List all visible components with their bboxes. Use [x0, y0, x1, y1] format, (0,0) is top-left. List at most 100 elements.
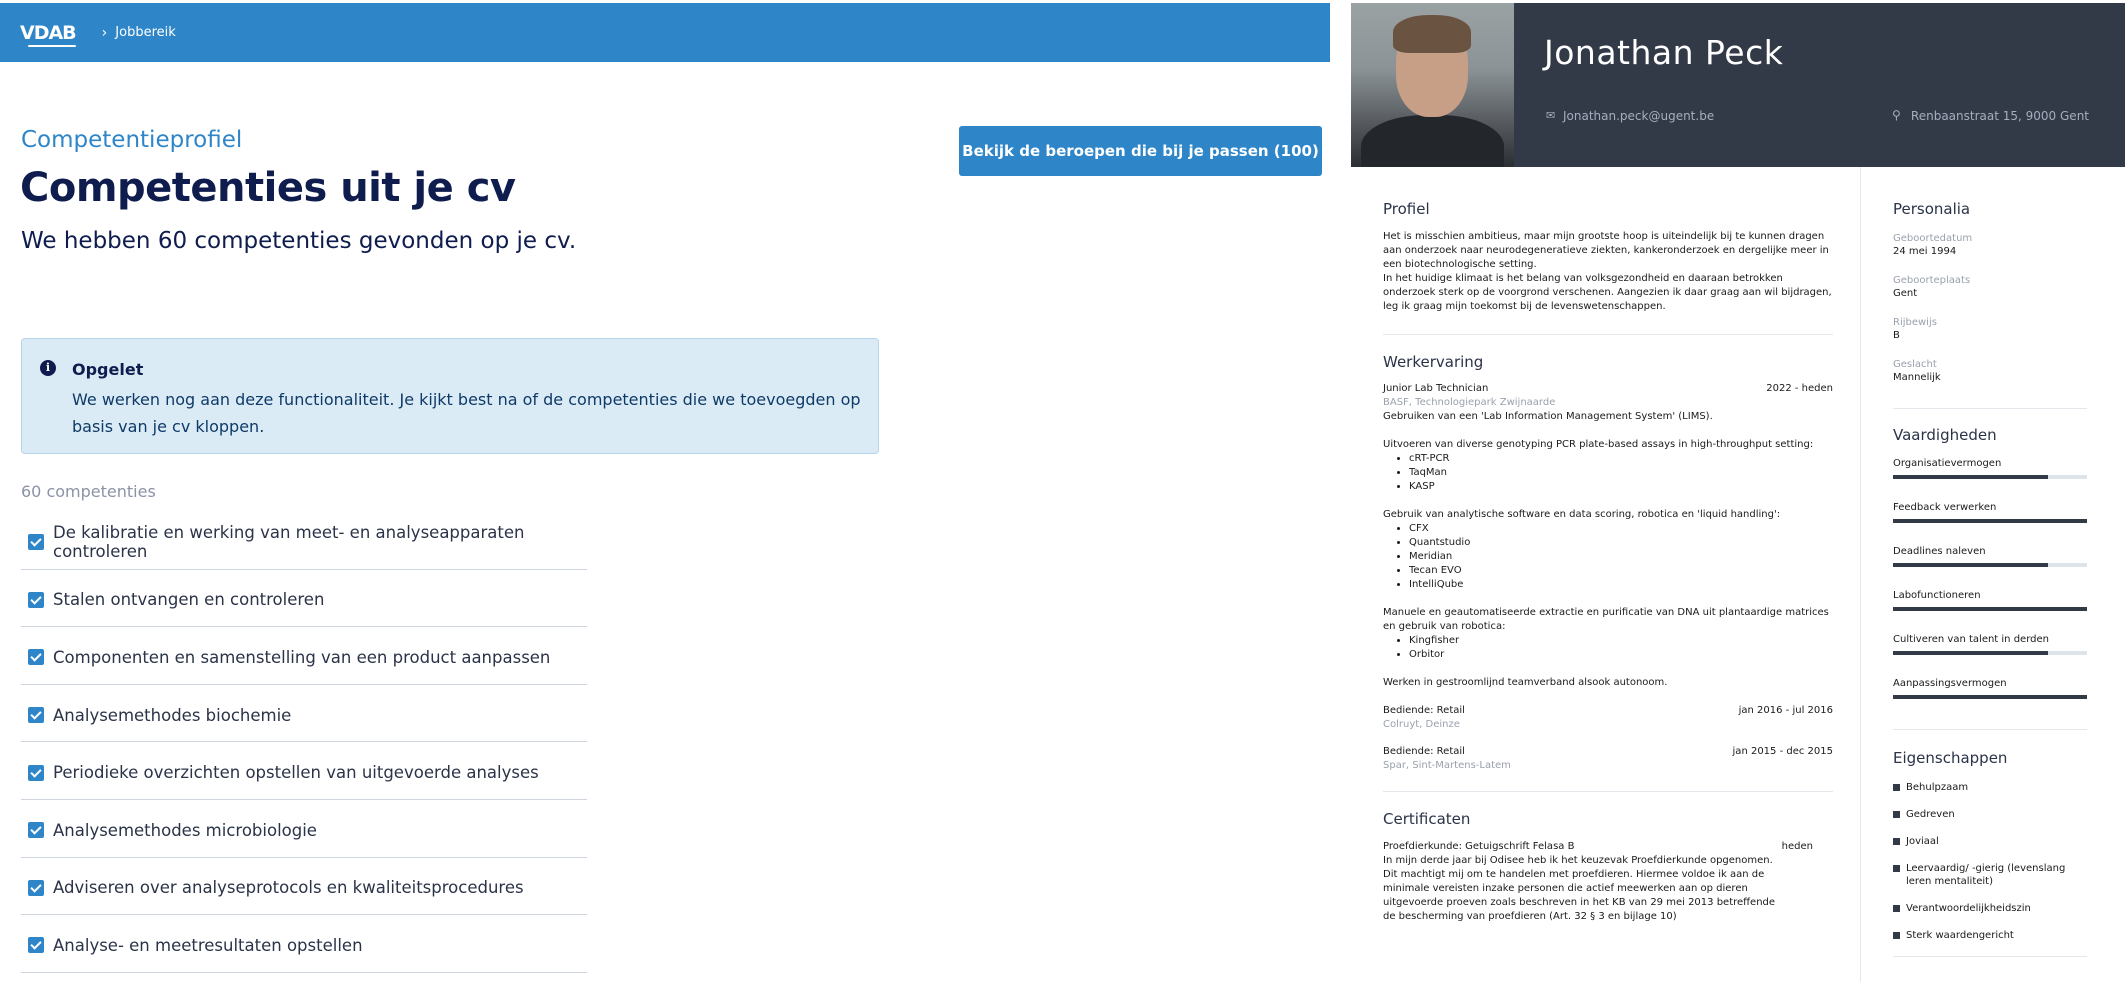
checkbox-checked-icon[interactable] — [28, 764, 44, 781]
skill-name: Deadlines naleven — [1893, 546, 1986, 557]
checkbox-checked-icon[interactable] — [28, 707, 44, 724]
competency-label: Analysemethodes microbiologie — [53, 820, 317, 840]
skill-level-fill — [1893, 475, 2049, 479]
breadcrumb-jobbereik[interactable]: Jobbereik — [115, 25, 176, 40]
skills-heading: Vaardigheden — [1893, 426, 1997, 444]
job-org: Colruyt, Deinze — [1383, 719, 1460, 730]
trait-item: Behulpzaam — [1893, 781, 2092, 794]
cv-email[interactable]: Jonathan.peck@ugent.be — [1563, 109, 1714, 123]
job-org: BASF, Technologiepark Zwijnaarde — [1383, 397, 1556, 408]
panel-divider — [1330, 0, 1351, 982]
job-header: Bediende: Retail jan 2016 - jul 2016 — [1383, 704, 1833, 718]
competency-item[interactable]: Analysemethodes biochemie — [21, 685, 587, 743]
skills-list: Organisatievermogen Feedback verwerken Dea… — [1893, 457, 2092, 699]
skill-item: Feedback verwerken — [1893, 501, 2092, 523]
page-title: Competenties uit je cv — [20, 165, 516, 211]
skill-level-bar — [1893, 563, 2087, 567]
info-icon: i — [40, 360, 56, 376]
list-item: TaqMan — [1409, 466, 1833, 480]
cv-name: Jonathan Peck — [1544, 33, 1784, 72]
list-item: Orbitor — [1409, 648, 1833, 662]
job-title: Bediende: Retail — [1383, 705, 1465, 716]
license-value: B — [1893, 330, 1900, 341]
checkbox-checked-icon[interactable] — [28, 649, 44, 666]
skill-item: Organisatievermogen — [1893, 457, 2092, 479]
list-item: cRT-PCR — [1409, 452, 1833, 466]
skill-name: Labofunctioneren — [1893, 590, 1981, 601]
profile-heading: Profiel — [1383, 200, 1430, 218]
job-text: Gebruik van analytische software en data… — [1383, 509, 1781, 520]
page-lead: We hebben 60 competenties gevonden op je… — [21, 228, 577, 254]
competency-list: De kalibratie en werking van meet- en an… — [21, 512, 587, 973]
checkbox-checked-icon[interactable] — [28, 591, 44, 608]
top-navigation-bar: VDAB › Jobbereik — [0, 3, 1330, 62]
trait-item: Sterk waardengericht — [1893, 929, 2092, 942]
certificates-heading: Certificaten — [1383, 810, 1471, 828]
birthplace-value: Gent — [1893, 288, 1918, 299]
trait-label: Joviaal — [1906, 836, 1939, 847]
certificate-period: heden — [1781, 841, 1813, 852]
competency-label: Adviseren over analyseprotocols en kwali… — [53, 878, 524, 898]
list-item: IntelliQube — [1409, 578, 1833, 592]
section-divider — [1893, 956, 2087, 957]
competency-label: De kalibratie en werking van meet- en an… — [53, 523, 525, 562]
view-matching-jobs-button[interactable]: Bekijk de beroepen die bij je passen (10… — [959, 126, 1322, 176]
list-item: Quantstudio — [1409, 536, 1833, 550]
birthdate-value: 24 mei 1994 — [1893, 246, 1957, 257]
list-item: Kingfisher — [1409, 634, 1833, 648]
trait-label: Leervaardig/ -gierig (levenslang leren m… — [1906, 863, 2066, 887]
birthplace-label: Geboorteplaats — [1893, 275, 1971, 286]
competency-item[interactable]: Componenten en samenstelling van een pro… — [21, 627, 587, 685]
skill-level-fill — [1893, 695, 2087, 699]
competency-item[interactable]: De kalibratie en werking van meet- en an… — [21, 512, 587, 570]
list-item: CFX — [1409, 522, 1833, 536]
skill-level-fill — [1893, 607, 2087, 611]
skill-name: Feedback verwerken — [1893, 502, 1997, 513]
list-item: Meridian — [1409, 550, 1833, 564]
skill-level-bar — [1893, 695, 2087, 699]
checkbox-checked-icon[interactable] — [28, 937, 44, 954]
skill-level-bar — [1893, 519, 2087, 523]
competency-label: Stalen ontvangen en controleren — [53, 590, 325, 610]
skill-level-fill — [1893, 563, 2049, 567]
list-item: KASP — [1409, 480, 1833, 494]
skill-name: Aanpassingsvermogen — [1893, 678, 2007, 689]
job-list: cRT-PCR TaqMan KASP — [1383, 452, 1833, 494]
checkbox-checked-icon[interactable] — [28, 822, 44, 839]
skill-level-bar — [1893, 475, 2087, 479]
job-title: Junior Lab Technician — [1383, 383, 1489, 394]
license-label: Rijbewijs — [1893, 317, 1937, 328]
competency-item[interactable]: Stalen ontvangen en controleren — [21, 570, 587, 628]
cv-address: Renbaanstraat 15, 9000 Gent — [1910, 109, 2089, 123]
competency-label: Analysemethodes biochemie — [53, 705, 292, 725]
birthdate-label: Geboortedatum — [1893, 233, 1973, 244]
section-divider — [1893, 729, 2087, 730]
competency-label: Componenten en samenstelling van een pro… — [53, 647, 551, 667]
map-pin-icon: ⚲ — [1892, 108, 1901, 122]
square-bullet-icon — [1893, 838, 1900, 845]
competency-item[interactable]: Analyse- en meetresultaten opstellen — [21, 915, 587, 973]
competency-item[interactable]: Adviseren over analyseprotocols en kwali… — [21, 858, 587, 916]
gender-label: Geslacht — [1893, 359, 1937, 370]
checkbox-checked-icon[interactable] — [28, 879, 44, 896]
square-bullet-icon — [1893, 811, 1900, 818]
trait-label: Gedreven — [1906, 809, 1955, 820]
trait-label: Behulpzaam — [1906, 782, 1969, 793]
envelope-icon: ✉ — [1546, 109, 1556, 122]
photo-body — [1361, 115, 1504, 167]
trait-label: Verantwoordelijkheidszin — [1906, 903, 2031, 914]
section-divider — [1383, 791, 1833, 792]
section-divider — [1383, 334, 1833, 335]
traits-heading: Eigenschappen — [1893, 749, 2008, 767]
trait-label: Sterk waardengericht — [1906, 930, 2014, 941]
square-bullet-icon — [1893, 865, 1900, 872]
checkbox-checked-icon[interactable] — [28, 534, 44, 551]
competency-item[interactable]: Periodieke overzichten opstellen van uit… — [21, 742, 587, 800]
gender-value: Mannelijk — [1893, 372, 1941, 383]
competency-item[interactable]: Analysemethodes microbiologie — [21, 800, 587, 858]
vdab-logo[interactable]: VDAB — [20, 22, 77, 47]
section-divider — [1893, 408, 2087, 409]
job-list: CFX Quantstudio Meridian Tecan EVO Intel… — [1383, 522, 1833, 592]
competency-label: Analyse- en meetresultaten opstellen — [53, 935, 363, 955]
competency-label: Periodieke overzichten opstellen van uit… — [53, 763, 539, 783]
